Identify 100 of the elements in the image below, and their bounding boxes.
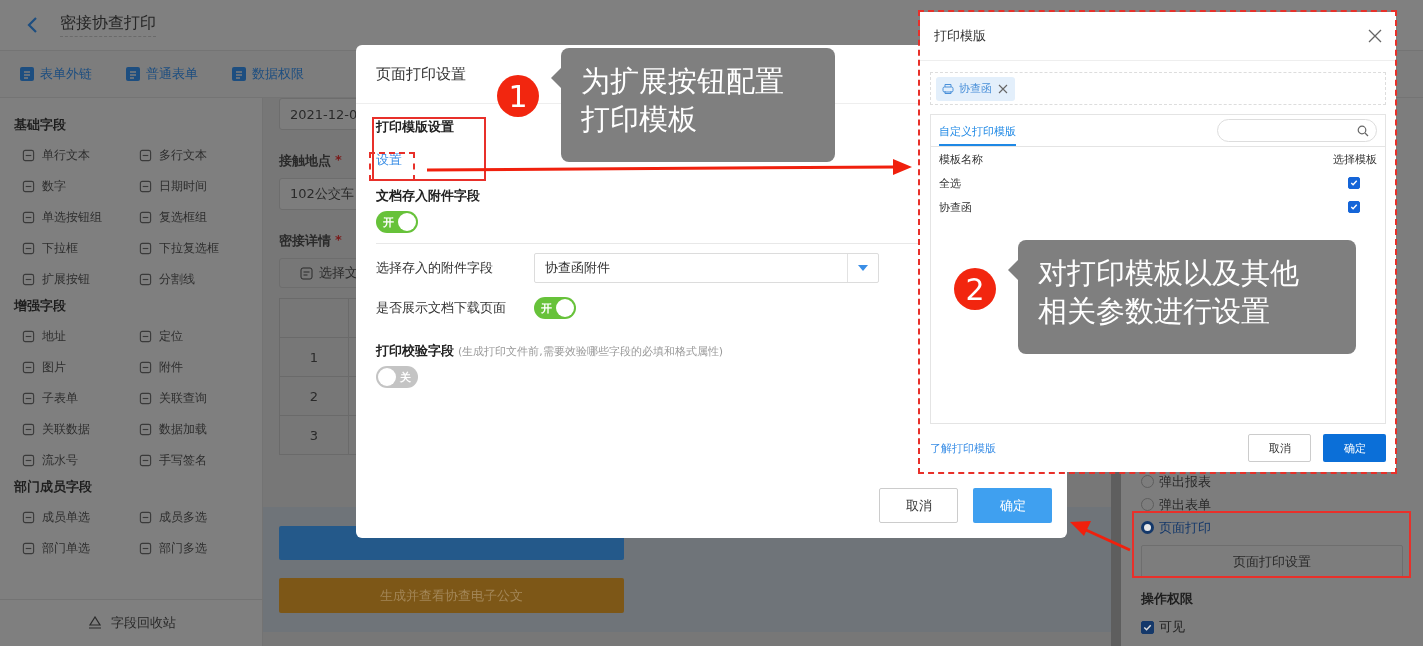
group-title: 部门成员字段 (14, 478, 93, 496)
template-tag[interactable]: 协查函 (936, 76, 1015, 101)
template-name: 全选 (939, 175, 961, 191)
field-type-icon (139, 361, 152, 374)
column-header: 模板名称 (939, 151, 983, 167)
radio-label: 弹出报表 (1159, 472, 1211, 491)
field-type-item[interactable]: 成员多选 (131, 502, 248, 533)
radio-label: 页面打印 (1159, 518, 1211, 537)
field-type-icon (22, 423, 35, 436)
field-type-item[interactable]: 单行文本 (14, 140, 131, 171)
attachment-select[interactable]: 协查函附件 (534, 253, 879, 283)
field-type-item[interactable]: 分割线 (131, 264, 248, 295)
confirm-button[interactable]: 确定 (1323, 434, 1386, 462)
field-type-icon (22, 511, 35, 524)
field-type-icon (139, 423, 152, 436)
field-type-item[interactable]: 数字 (14, 171, 131, 202)
field-type-item[interactable]: 单选按钮组 (14, 202, 131, 233)
document-icon (20, 67, 34, 81)
radio-label: 弹出表单 (1159, 495, 1211, 514)
field-type-icon (22, 392, 35, 405)
field-type-icon (139, 511, 152, 524)
document-icon (232, 67, 246, 81)
dialog-title: 页面打印设置 (376, 64, 466, 84)
document-icon (300, 266, 313, 280)
toolbar-link[interactable]: 普通表单 (126, 65, 198, 83)
recycle-bin-button[interactable]: 字段回收站 (0, 599, 262, 646)
section-title: 操作权限 (1141, 590, 1194, 608)
confirm-button[interactable]: 确定 (973, 488, 1052, 523)
field-type-icon (139, 180, 152, 193)
help-link[interactable]: 了解打印模版 (930, 440, 996, 456)
field-type-item[interactable]: 日期时间 (131, 171, 248, 202)
page-title: 密接协查打印 (60, 13, 156, 37)
field-type-icon (22, 242, 35, 255)
toggle-switch[interactable]: 开 (376, 211, 418, 233)
checkbox[interactable] (1141, 620, 1154, 634)
field-type-item[interactable]: 复选框组 (131, 202, 248, 233)
field-type-icon (139, 454, 152, 467)
field-type-item[interactable]: 部门单选 (14, 533, 131, 564)
field-label: 是否展示文档下载页面 (376, 299, 507, 317)
field-type-icon (22, 454, 35, 467)
section-title: 文档存入附件字段 (376, 187, 480, 205)
field-type-icon (22, 180, 35, 193)
dialog-title: 打印模版 (934, 27, 986, 45)
field-type-item[interactable]: 多行文本 (131, 140, 248, 171)
field-type-item[interactable]: 定位 (131, 321, 248, 352)
checkbox[interactable] (1348, 201, 1360, 213)
callout: 为扩展按钮配置打印模板 (551, 48, 835, 162)
row-number: 1 (280, 338, 349, 376)
field-type-item[interactable]: 关联查询 (131, 383, 248, 414)
field-type-icon (22, 330, 35, 343)
toggle-switch[interactable]: 开 (534, 297, 576, 319)
cancel-button[interactable]: 取消 (1248, 434, 1311, 462)
radio-button[interactable] (1141, 521, 1154, 534)
row-number: 3 (280, 416, 349, 454)
column-header: 选择模板 (1333, 151, 1377, 167)
section-title: 打印模版设置 (376, 118, 454, 136)
cancel-button[interactable]: 取消 (879, 488, 958, 523)
radio-button[interactable] (1141, 498, 1154, 511)
field-type-icon (139, 392, 152, 405)
field-type-item[interactable]: 手写签名 (131, 445, 248, 476)
field-type-item[interactable]: 下拉框 (14, 233, 131, 264)
field-type-icon (139, 542, 152, 555)
field-label: 密接详情 (279, 232, 331, 250)
field-type-item[interactable]: 数据加载 (131, 414, 248, 445)
field-type-item[interactable]: 成员单选 (14, 502, 131, 533)
field-type-item[interactable]: 图片 (14, 352, 131, 383)
field-type-item[interactable]: 下拉复选框 (131, 233, 248, 264)
template-name: 协查函 (939, 199, 972, 215)
required-mark: * (335, 232, 342, 249)
close-icon[interactable] (1368, 29, 1382, 43)
toolbar-link[interactable]: 数据权限 (232, 65, 304, 83)
generate-button[interactable]: 生成并查看协查电子公文 (279, 578, 624, 613)
settings-link[interactable]: 设置 (376, 151, 402, 169)
print-settings-button[interactable]: 页面打印设置 (1141, 545, 1403, 578)
group-title: 基础字段 (14, 116, 67, 134)
checkbox[interactable] (1348, 177, 1360, 189)
field-type-item[interactable]: 部门多选 (131, 533, 248, 564)
search-icon (1357, 124, 1369, 137)
field-type-item[interactable]: 子表单 (14, 383, 131, 414)
checkbox-label: 可见 (1159, 618, 1185, 636)
field-label: 选择存入的附件字段 (376, 259, 494, 277)
field-type-icon (139, 242, 152, 255)
field-type-item[interactable]: 关联数据 (14, 414, 131, 445)
field-type-item[interactable]: 扩展按钮 (14, 264, 131, 295)
toolbar-link[interactable]: 表单外链 (20, 65, 92, 83)
field-type-icon (139, 211, 152, 224)
tab[interactable]: 自定义打印模版 (939, 124, 1016, 146)
field-type-item[interactable]: 流水号 (14, 445, 131, 476)
close-icon[interactable] (997, 82, 1009, 95)
field-type-icon (22, 273, 35, 286)
document-icon (126, 67, 140, 81)
field-type-item[interactable]: 附件 (131, 352, 248, 383)
group-title: 增强字段 (14, 297, 67, 315)
field-type-icon (139, 273, 152, 286)
caret-icon (858, 265, 868, 271)
field-type-item[interactable]: 地址 (14, 321, 131, 352)
radio-button[interactable] (1141, 475, 1154, 488)
field-type-icon (22, 542, 35, 555)
field-type-icon (22, 211, 35, 224)
required-mark: * (335, 152, 342, 169)
